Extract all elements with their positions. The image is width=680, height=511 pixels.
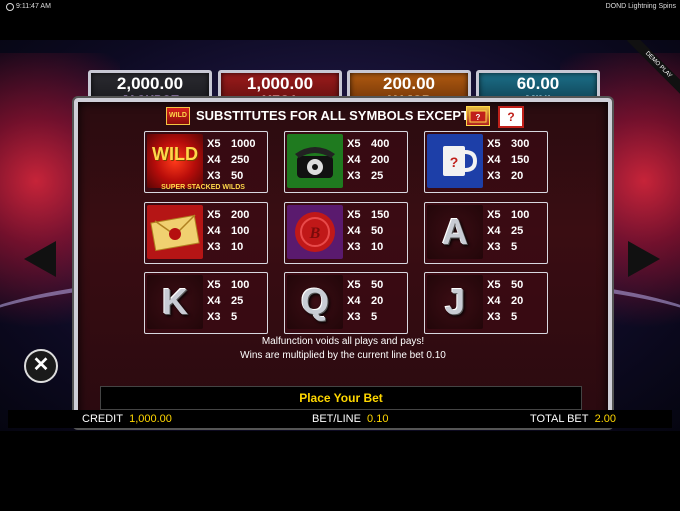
ace-letter: A <box>442 211 468 252</box>
betline-display: BET/LINE 0.10 <box>312 410 388 428</box>
pay-row: X3 10 <box>347 241 384 253</box>
pay-row: X3 5 <box>487 311 518 323</box>
pay-row: X5 1000 <box>207 138 256 150</box>
bonus-case-icon: ? <box>466 106 490 126</box>
totalbet-label: TOTAL BET <box>530 413 589 425</box>
paytable-cell-queen: Q X5 50 X4 20 X3 5 <box>284 272 408 334</box>
svg-text:?: ? <box>450 154 459 170</box>
pay-row: X4 100 <box>207 225 250 237</box>
line-bet-notice: Wins are multiplied by the current line … <box>240 350 446 361</box>
pay-row: X3 5 <box>487 241 518 253</box>
paytable-cell-jack: J X5 50 X4 20 X3 5 <box>424 272 548 334</box>
pay-row: X3 5 <box>347 311 378 323</box>
totalbet-display: TOTAL BET 2.00 <box>530 410 616 428</box>
pay-row: X3 5 <box>207 311 238 323</box>
mystery-box-icon: ? <box>498 106 524 128</box>
pay-values: X5 100 X4 25 X3 5 <box>487 209 545 257</box>
credit-display: CREDIT 1,000.00 <box>82 410 172 428</box>
pay-row: X4 25 <box>487 225 524 237</box>
pay-row: X4 150 <box>487 154 530 166</box>
pay-row: X5 200 <box>207 209 250 221</box>
jack-letter: J <box>444 281 466 322</box>
pay-row: X5 100 <box>487 209 530 221</box>
status-bar: 9:11:47 AM DOND Lightning Spins <box>0 0 680 13</box>
pay-row: X3 10 <box>207 241 244 253</box>
next-page-arrow-icon[interactable] <box>628 241 660 277</box>
mini-amount: 60.00 <box>516 74 560 93</box>
queen-letter: Q <box>300 281 329 322</box>
jack-symbol: J <box>427 275 483 329</box>
pay-row: X3 20 <box>487 170 524 182</box>
paytable-cell-mug: ? X5 300 X4 150 X3 20 <box>424 131 548 193</box>
wild-icon: WILD <box>147 134 203 188</box>
pay-row: X4 20 <box>347 295 384 307</box>
close-icon[interactable]: ✕ <box>24 349 58 383</box>
pay-row: X4 25 <box>207 295 244 307</box>
place-bet-message: Place Your Bet <box>100 386 582 410</box>
pay-values: X5 1000 X4 250 X3 50 <box>207 138 265 186</box>
wild-symbol-text: WILD <box>152 144 198 164</box>
pay-row: X4 20 <box>487 295 524 307</box>
previous-page-arrow-icon[interactable] <box>24 241 56 277</box>
jackpot-amount: 2,000.00 <box>116 74 184 93</box>
king-letter: K <box>162 281 188 322</box>
pay-row: X3 25 <box>347 170 384 182</box>
pay-values: X5 50 X4 20 X3 5 <box>487 279 545 327</box>
svg-text:?: ? <box>476 113 481 122</box>
pay-row: X5 100 <box>207 279 250 291</box>
mega-amount: 1,000.00 <box>246 74 314 93</box>
ace-symbol: A <box>427 205 483 259</box>
paytable-cell-telephone: X5 400 X4 200 X3 25 <box>284 131 408 193</box>
envelope-icon <box>147 205 203 259</box>
clock-icon <box>6 3 14 11</box>
pay-row: X5 150 <box>347 209 390 221</box>
pay-row: X5 50 <box>347 279 384 291</box>
mug-icon: ? <box>427 134 483 188</box>
pay-row: X4 250 <box>207 154 250 166</box>
telephone-icon <box>287 134 343 188</box>
substitutes-text: SUBSTITUTES FOR ALL SYMBOLS EXCEPT <box>196 108 470 123</box>
queen-symbol: Q <box>287 275 343 329</box>
wild-rule: WILD SUBSTITUTES FOR ALL SYMBOLS EXCEPT … <box>166 106 526 128</box>
pay-values: X5 200 X4 100 X3 10 <box>207 209 265 257</box>
bottom-bar: CREDIT 1,000.00 BET/LINE 0.10 TOTAL BET … <box>8 410 672 428</box>
paytable-cell-wild: WILD X5 1000 X4 250 X3 50 SUPER STACKED WIL… <box>144 131 268 193</box>
paytable-cell-king: K X5 100 X4 25 X3 5 <box>144 272 268 334</box>
pay-values: X5 300 X4 150 X3 20 <box>487 138 545 186</box>
paytable-cell-wax-seal: B X5 150 X4 50 X3 10 <box>284 202 408 264</box>
pay-values: X5 400 X4 200 X3 25 <box>347 138 405 186</box>
game-name: DOND Lightning Spins <box>605 3 676 10</box>
pay-row: X4 50 <box>347 225 384 237</box>
credit-value: 1,000.00 <box>129 413 172 425</box>
major-amount: 200.00 <box>383 74 435 93</box>
paytable-cell-ace: A X5 100 X4 25 X3 5 <box>424 202 548 264</box>
paytable-cell-envelope: X5 200 X4 100 X3 10 <box>144 202 268 264</box>
pay-row: X5 50 <box>487 279 524 291</box>
pay-values: X5 50 X4 20 X3 5 <box>347 279 405 327</box>
wild-caption: SUPER STACKED WILDS <box>161 184 245 191</box>
status-time: 9:11:47 AM <box>16 3 51 10</box>
wax-seal-icon: B <box>287 205 343 259</box>
wild-mini-icon: WILD <box>166 107 190 125</box>
pay-row: X5 300 <box>487 138 530 150</box>
paytable-panel: WILD SUBSTITUTES FOR ALL SYMBOLS EXCEPT … <box>74 98 612 428</box>
totalbet-value: 2.00 <box>594 413 617 425</box>
game-area: DEMO PLAY 2,000.00 JACKPOT 1,000.00 MEGA… <box>0 40 680 431</box>
pay-row: X4 200 <box>347 154 390 166</box>
credit-label: CREDIT <box>82 413 123 425</box>
pay-values: X5 100 X4 25 X3 5 <box>207 279 265 327</box>
malfunction-notice: Malfunction voids all plays and pays! <box>261 336 425 347</box>
betline-value: 0.10 <box>367 413 389 425</box>
betline-label: BET/LINE <box>312 413 361 425</box>
pay-values: X5 150 X4 50 X3 10 <box>347 209 405 257</box>
king-symbol: K <box>147 275 203 329</box>
pay-row: X5 400 <box>347 138 390 150</box>
svg-text:B: B <box>309 225 321 242</box>
